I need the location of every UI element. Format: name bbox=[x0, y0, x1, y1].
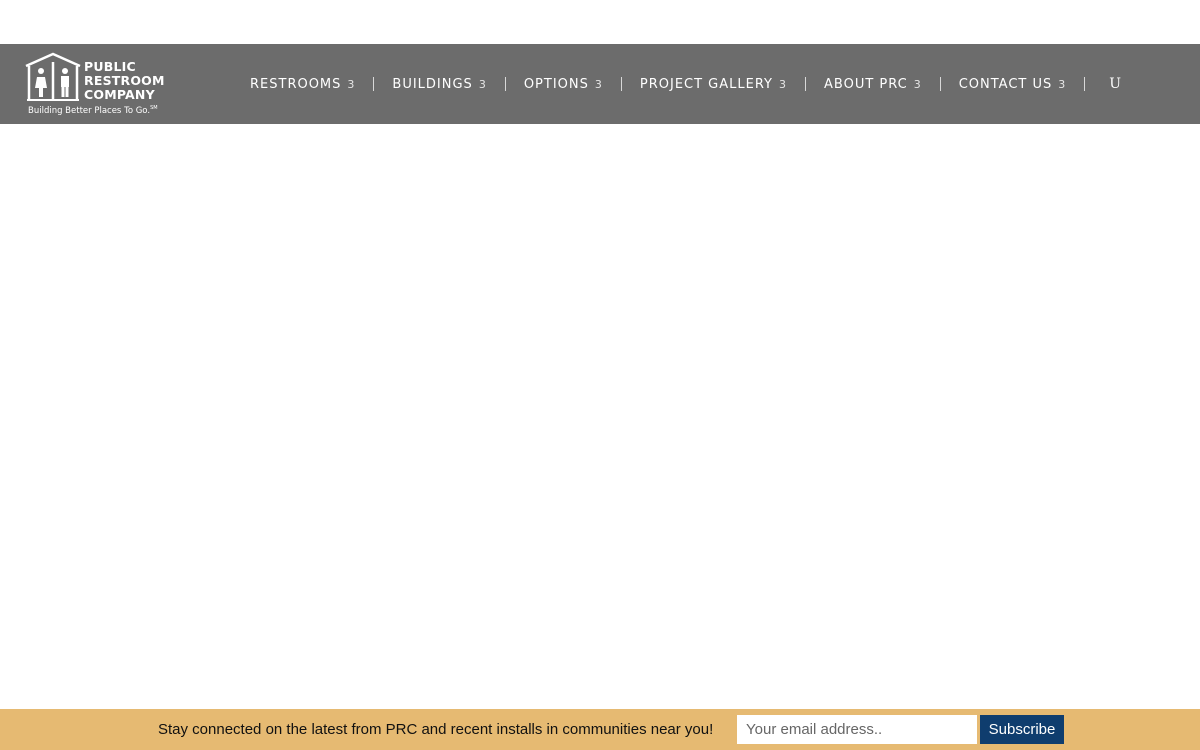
nav-item-restrooms[interactable]: RESTROOMS 3 bbox=[232, 44, 373, 124]
page: PUBLIC RESTROOM COMPANY Building Better … bbox=[0, 0, 1200, 750]
newsletter-bar: Stay connected on the latest from PRC an… bbox=[0, 709, 1200, 750]
logo-line: COMPANY bbox=[84, 87, 155, 102]
dropdown-caret-icon: 3 bbox=[478, 77, 487, 91]
logo-tagline: Building Better Places To Go.SM bbox=[28, 105, 158, 116]
nav-item-label: ABOUT PRC bbox=[824, 76, 908, 92]
nav-item-contact-us[interactable]: CONTACT US 3 bbox=[941, 44, 1085, 124]
nav-item-buildings[interactable]: BUILDINGS 3 bbox=[374, 44, 504, 124]
nav-item-project-gallery[interactable]: PROJECT GALLERY 3 bbox=[622, 44, 805, 124]
dropdown-caret-icon: 3 bbox=[594, 77, 603, 91]
main-content bbox=[0, 124, 1200, 709]
dropdown-caret-icon: 3 bbox=[347, 77, 356, 91]
top-strip bbox=[0, 0, 1200, 44]
nav-item-label: BUILDINGS bbox=[392, 76, 473, 92]
logo-tagline-text: Building Better Places To Go. bbox=[28, 105, 151, 116]
nav-item-label: CONTACT US bbox=[958, 76, 1053, 92]
dropdown-caret-icon: 3 bbox=[779, 77, 787, 91]
nav-item-label: RESTROOMS bbox=[250, 76, 342, 92]
email-input[interactable] bbox=[737, 715, 977, 744]
nav-item-label: PROJECT GALLERY bbox=[639, 76, 773, 92]
service-mark: SM bbox=[150, 105, 158, 111]
logo[interactable]: PUBLIC RESTROOM COMPANY Building Better … bbox=[24, 52, 169, 118]
search-icon[interactable]: U bbox=[1085, 76, 1121, 92]
newsletter-message: Stay connected on the latest from PRC an… bbox=[158, 721, 714, 738]
restroom-building-icon bbox=[25, 52, 81, 101]
nav-item-options[interactable]: OPTIONS 3 bbox=[506, 44, 621, 124]
dropdown-caret-icon: 3 bbox=[913, 77, 922, 91]
logo-wordmark: PUBLIC RESTROOM COMPANY bbox=[84, 60, 165, 102]
subscribe-button[interactable]: Subscribe bbox=[980, 715, 1064, 744]
dropdown-caret-icon: 3 bbox=[1058, 77, 1067, 91]
nav-item-about-prc[interactable]: ABOUT PRC 3 bbox=[806, 44, 940, 124]
main-nav: RESTROOMS 3 BUILDINGS 3 OPTIONS 3 PROJEC… bbox=[232, 44, 1121, 124]
logo-line: RESTROOM bbox=[84, 73, 165, 88]
site-header: PUBLIC RESTROOM COMPANY Building Better … bbox=[0, 44, 1200, 124]
logo-line: PUBLIC bbox=[84, 59, 136, 74]
nav-item-label: OPTIONS bbox=[523, 76, 589, 92]
